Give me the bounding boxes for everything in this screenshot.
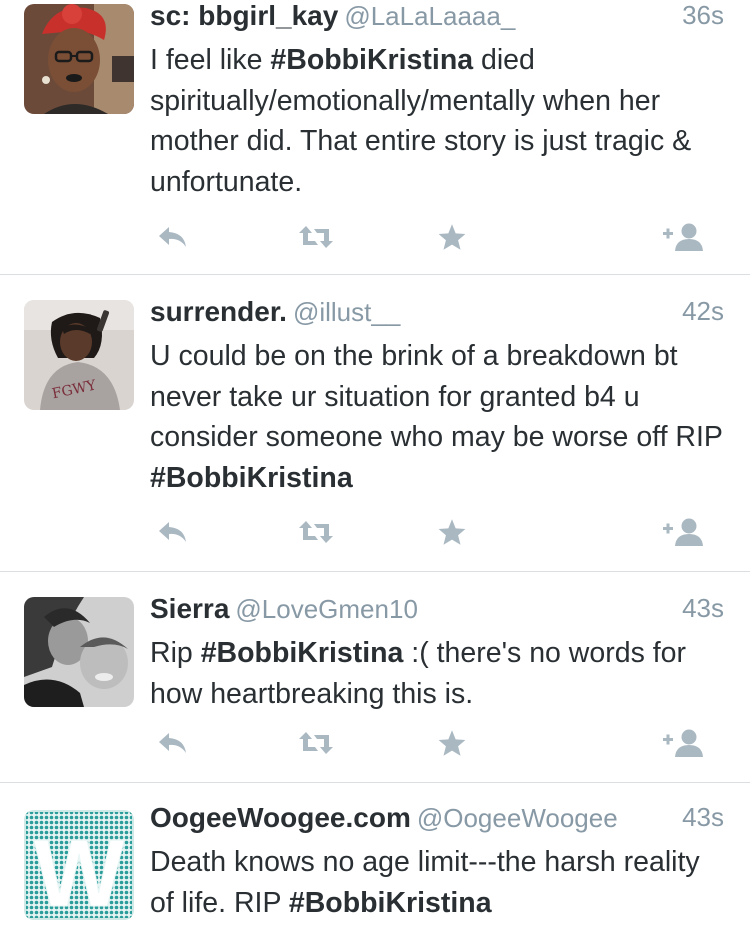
tweet-header: surrender. @illust__ 42s: [150, 296, 724, 332]
retweet-icon: [299, 732, 333, 754]
avatar-letter: W: [34, 820, 125, 920]
timestamp: 42s: [682, 296, 724, 326]
star-icon: [438, 730, 466, 756]
tweet-header: OogeeWoogee.com @OogeeWoogee 43s: [150, 802, 724, 838]
reply-button[interactable]: [149, 217, 197, 257]
tweet-text-part: U could be on the brink of a breakdown b…: [150, 340, 723, 453]
user-handle[interactable]: @LaLaLaaaa_: [344, 1, 515, 31]
reply-icon: [159, 227, 186, 247]
tweet[interactable]: FGWY surrender. @illust__ 42s U could be …: [0, 296, 750, 572]
hashtag-link[interactable]: #BobbiKristina: [201, 637, 404, 669]
reply-icon: [159, 522, 186, 542]
hashtag-link[interactable]: #BobbiKristina: [150, 462, 353, 494]
retweet-button[interactable]: [292, 512, 340, 552]
tweet[interactable]: sc: bbgirl_kay @LaLaLaaaa_ 36s I feel lik…: [0, 0, 750, 275]
tweet-text: U could be on the brink of a breakdown b…: [150, 336, 728, 498]
tweet-text: Death knows no age limit---the harsh rea…: [150, 842, 728, 923]
star-icon: [438, 519, 466, 545]
follow-user-icon: [663, 518, 703, 546]
favorite-button[interactable]: [428, 512, 476, 552]
avatar-photo: [24, 597, 134, 707]
timestamp: 43s: [682, 593, 724, 623]
avatar[interactable]: FGWY: [24, 300, 134, 410]
user-handle[interactable]: @OogeeWoogee: [417, 803, 618, 833]
avatar-photo: FGWY: [24, 300, 134, 410]
hashtag-link[interactable]: #BobbiKristina: [289, 887, 492, 919]
divider: [0, 274, 750, 275]
tweet-header: sc: bbgirl_kay @LaLaLaaaa_ 36s: [150, 0, 724, 36]
retweet-icon: [299, 521, 333, 543]
tweet-timeline[interactable]: sc: bbgirl_kay @LaLaLaaaa_ 36s I feel lik…: [0, 0, 750, 925]
tweet-actions: [150, 723, 720, 763]
timestamp: 43s: [682, 802, 724, 832]
follow-button[interactable]: [660, 723, 708, 763]
display-name[interactable]: sc: bbgirl_kay: [150, 0, 338, 31]
tweet-header: Sierra @LoveGmen10 43s: [150, 593, 724, 629]
user-handle[interactable]: @illust__: [293, 297, 400, 327]
display-name[interactable]: OogeeWoogee.com: [150, 802, 411, 833]
tweet[interactable]: W OogeeWoogee.com @OogeeWoogee 43s Death …: [0, 802, 750, 925]
follow-user-icon: [663, 729, 703, 757]
tweet-actions: [150, 512, 720, 552]
reply-button[interactable]: [149, 512, 197, 552]
timestamp: 36s: [682, 0, 724, 30]
display-name[interactable]: surrender.: [150, 296, 287, 327]
avatar-photo: [24, 4, 134, 114]
avatar[interactable]: [24, 597, 134, 707]
favorite-button[interactable]: [428, 723, 476, 763]
tweet-actions: [150, 217, 720, 257]
star-icon: [438, 224, 466, 250]
tweet-text: I feel like #BobbiKristina died spiritua…: [150, 40, 728, 202]
reply-button[interactable]: [149, 723, 197, 763]
follow-button[interactable]: [660, 512, 708, 552]
tweet-text-part: I feel like: [150, 44, 271, 76]
follow-button[interactable]: [660, 217, 708, 257]
tweet-text: Rip #BobbiKristina :( there's no words f…: [150, 633, 728, 714]
avatar-logo: W: [24, 810, 134, 920]
display-name[interactable]: Sierra: [150, 593, 229, 624]
avatar[interactable]: W: [24, 810, 134, 920]
avatar[interactable]: [24, 4, 134, 114]
tweet-text-part: Rip: [150, 637, 201, 669]
hashtag-link[interactable]: #BobbiKristina: [270, 44, 473, 76]
retweet-icon: [299, 226, 333, 248]
follow-user-icon: [663, 223, 703, 251]
reply-icon: [159, 733, 186, 753]
favorite-button[interactable]: [428, 217, 476, 257]
divider: [0, 571, 750, 572]
divider: [0, 782, 750, 783]
retweet-button[interactable]: [292, 217, 340, 257]
tweet[interactable]: Sierra @LoveGmen10 43s Rip #BobbiKristina…: [0, 593, 750, 783]
user-handle[interactable]: @LoveGmen10: [235, 594, 418, 624]
retweet-button[interactable]: [292, 723, 340, 763]
